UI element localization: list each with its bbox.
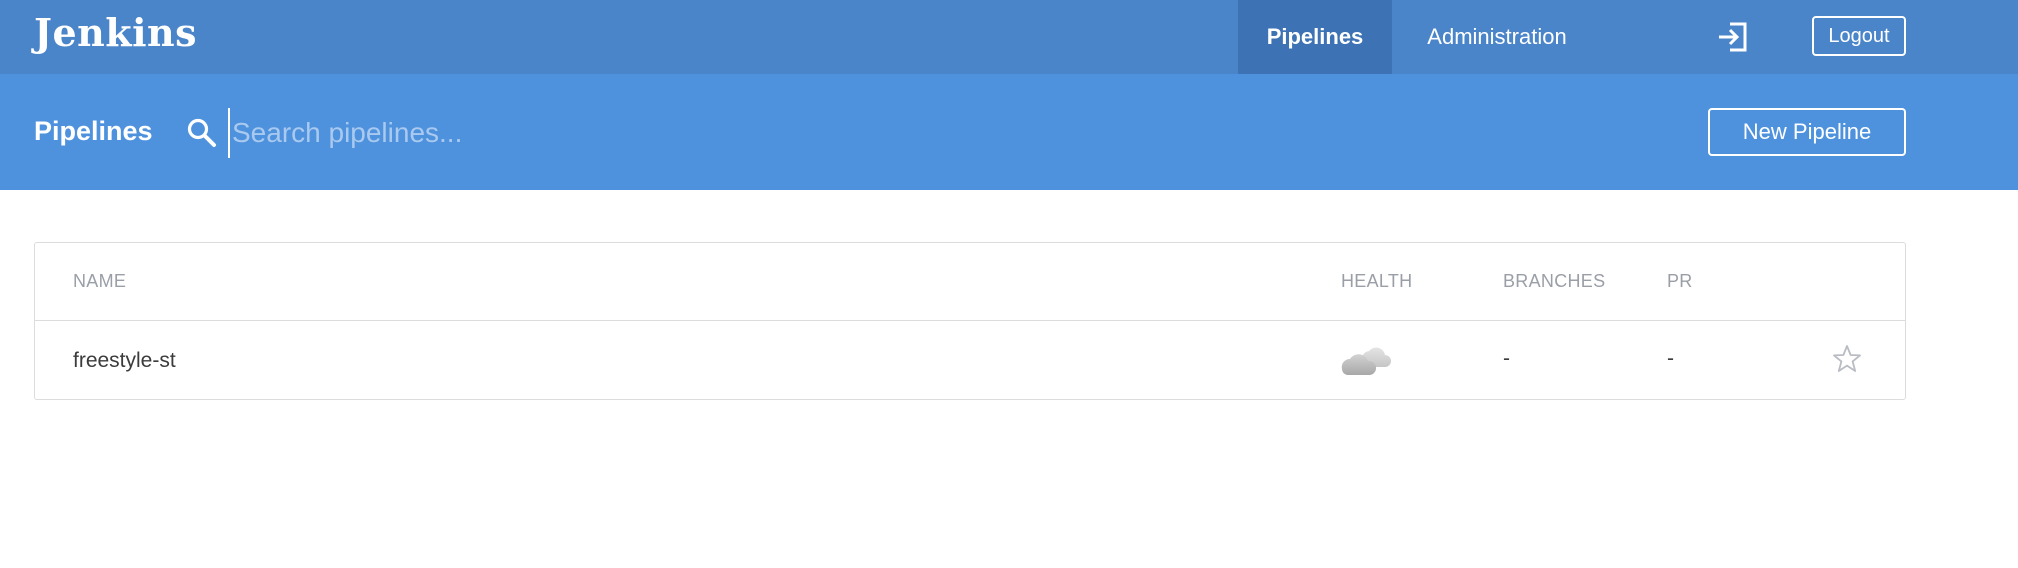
new-pipeline-button[interactable]: New Pipeline bbox=[1708, 108, 1906, 156]
cloudy-weather-icon bbox=[1341, 347, 1391, 375]
jenkins-logo[interactable]: Jenkins bbox=[34, 10, 197, 55]
column-header-health[interactable]: HEALTH bbox=[1341, 271, 1412, 292]
column-header-name[interactable]: NAME bbox=[73, 271, 126, 292]
pipelines-subheader: Pipelines New Pipeline bbox=[0, 74, 2018, 190]
column-header-branches[interactable]: BRANCHES bbox=[1503, 271, 1605, 292]
column-header-pr[interactable]: PR bbox=[1667, 271, 1693, 292]
nav-tab-administration[interactable]: Administration bbox=[1392, 0, 1602, 74]
pipeline-name[interactable]: freestyle-st bbox=[73, 349, 176, 373]
search-icon bbox=[187, 118, 216, 147]
page-title: Pipelines bbox=[34, 116, 153, 146]
logout-button[interactable]: Logout bbox=[1812, 16, 1906, 56]
nav-tab-pipelines[interactable]: Pipelines bbox=[1238, 0, 1392, 74]
star-outline-icon[interactable] bbox=[1831, 343, 1863, 375]
table-header: NAME HEALTH BRANCHES PR bbox=[35, 243, 1905, 321]
pr-count: - bbox=[1667, 347, 1674, 370]
login-arrow-icon[interactable] bbox=[1716, 20, 1750, 54]
table-row[interactable]: freestyle-st - - bbox=[35, 321, 1905, 399]
search-pipelines-input[interactable] bbox=[228, 108, 928, 158]
pipelines-table: NAME HEALTH BRANCHES PR freestyle-st - - bbox=[34, 242, 1906, 400]
branches-count: - bbox=[1503, 347, 1510, 370]
top-navigation-bar: Jenkins Pipelines Administration Logout bbox=[0, 0, 2018, 74]
